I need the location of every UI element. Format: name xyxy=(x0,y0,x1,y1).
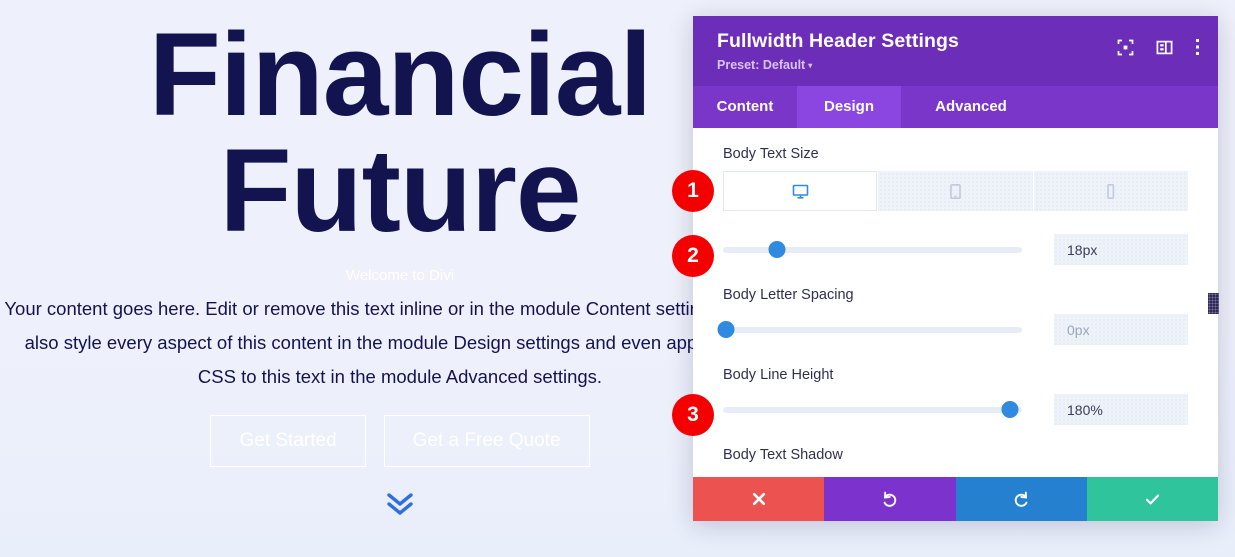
slider-handle[interactable] xyxy=(1001,401,1019,418)
body-line-height-control: 180% xyxy=(723,394,1188,425)
slider-track xyxy=(723,326,1022,333)
hero-body-text: Your content goes here. Edit or remove t… xyxy=(4,298,796,387)
device-toggle-phone[interactable] xyxy=(1033,171,1188,211)
body-text-size-value[interactable]: 18px xyxy=(1054,234,1188,265)
modal-tab-bar: Content Design Advanced xyxy=(693,86,1218,128)
preset-selector[interactable]: Preset: Default ▾ xyxy=(717,58,812,72)
cancel-button[interactable] xyxy=(693,477,825,521)
get-free-quote-button[interactable]: Get a Free Quote xyxy=(383,415,590,468)
annotation-badge-3: 3 xyxy=(672,394,714,436)
tab-design[interactable]: Design xyxy=(797,86,901,128)
body-text-shadow-label: Body Text Shadow xyxy=(723,447,843,463)
modal-header-icons xyxy=(1117,38,1200,61)
body-letter-spacing-slider[interactable] xyxy=(717,319,1022,341)
hero-heading-line-1: Financial xyxy=(148,9,652,141)
save-button[interactable] xyxy=(1086,477,1218,521)
focus-target-icon[interactable] xyxy=(1117,39,1134,61)
annotation-badge-1: 1 xyxy=(672,170,714,212)
slider-handle[interactable] xyxy=(717,321,735,338)
annotation-badge-2: 2 xyxy=(672,235,714,277)
modal-action-bar xyxy=(693,477,1218,521)
layout-panel-icon[interactable] xyxy=(1156,39,1173,61)
body-letter-spacing-label: Body Letter Spacing xyxy=(723,287,854,303)
slider-track xyxy=(723,406,1022,413)
double-chevron-down-icon[interactable] xyxy=(0,487,800,517)
body-letter-spacing-value[interactable]: 0px xyxy=(1054,314,1188,345)
body-text-size-control: 18px xyxy=(723,234,1188,265)
device-toggle-desktop[interactable] xyxy=(723,171,878,211)
body-line-height-label: Body Line Height xyxy=(723,367,834,383)
body-letter-spacing-control: 0px xyxy=(717,314,1188,345)
redo-button[interactable] xyxy=(955,477,1087,521)
hero-heading: Financial Future xyxy=(0,16,800,249)
body-text-size-slider[interactable] xyxy=(723,239,1022,261)
modal-scrollbar-thumb[interactable] xyxy=(1208,293,1219,314)
get-started-button[interactable]: Get Started xyxy=(210,415,366,468)
body-line-height-value[interactable]: 180% xyxy=(1054,394,1188,425)
modal-body: Body Text Size 18px Body Letter Spacing … xyxy=(693,128,1218,477)
modal-header: Fullwidth Header Settings Preset: Defaul… xyxy=(693,16,1218,86)
chevron-down-icon: ▾ xyxy=(808,61,813,71)
more-vertical-icon[interactable] xyxy=(1195,38,1200,61)
responsive-device-toggle xyxy=(723,171,1188,211)
tab-advanced[interactable]: Advanced xyxy=(901,86,1041,128)
fullwidth-header-settings-modal: Fullwidth Header Settings Preset: Defaul… xyxy=(693,16,1218,521)
preset-label: Preset: Default xyxy=(717,58,806,72)
body-line-height-slider[interactable] xyxy=(723,399,1022,421)
tab-content[interactable]: Content xyxy=(693,86,797,128)
undo-button[interactable] xyxy=(824,477,956,521)
body-text-size-label: Body Text Size xyxy=(723,146,819,162)
device-toggle-tablet[interactable] xyxy=(878,171,1033,211)
slider-handle[interactable] xyxy=(768,241,786,258)
